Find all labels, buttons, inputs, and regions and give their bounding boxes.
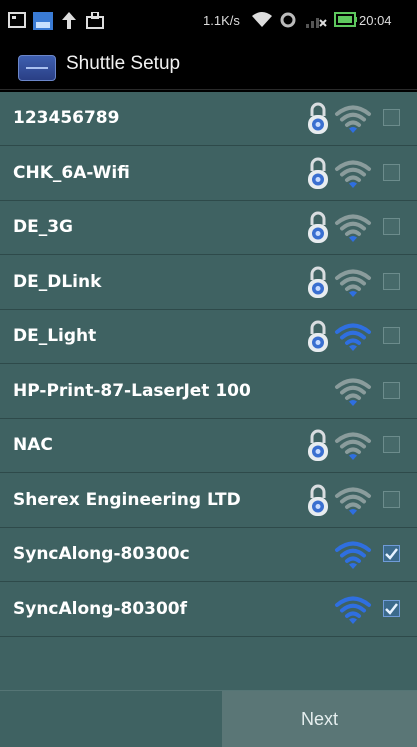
wifi-signal-icon [335,323,371,351]
network-checkbox[interactable] [383,327,400,344]
upload-arrow-icon [62,12,76,29]
wifi-signal-icon [335,378,371,406]
wifi-signal-icon [335,432,371,460]
app-logo-icon [18,55,56,81]
bottom-action-bar: Next [0,690,417,747]
wifi-signal-icon [335,105,371,133]
lock-icon [308,211,328,243]
app-title-bar [0,42,417,90]
wifi-network-row[interactable]: SyncAlong-80300f [0,583,417,637]
network-ssid: SyncAlong-80300f [13,598,188,619]
checkmark-icon [385,602,398,615]
wifi-network-row[interactable]: DE_3G [0,201,417,255]
network-speed: 1.1K/s [203,13,240,28]
wifi-network-row[interactable]: SyncAlong-80300c [0,528,417,582]
network-ssid: Sherex Engineering LTD [13,489,241,510]
network-ssid: DE_DLink [13,271,102,292]
battery-icon [334,12,357,27]
checkmark-icon [385,548,398,560]
cell-signal-icon [306,18,327,28]
network-checkbox[interactable] [383,490,400,508]
network-ssid: DE_3G [13,217,74,237]
network-checkbox[interactable] [383,272,400,290]
lock-icon [308,102,328,134]
wifi-network-row[interactable]: DE_Light [0,310,417,364]
wifi-signal-icon [335,487,371,515]
wifi-network-row[interactable]: HP-Print-87-LaserJet 100 [0,365,417,419]
photo-icon [33,12,53,30]
gallery-icon [8,12,26,28]
network-ssid: HP-Print-87-LaserJet 100 [13,380,251,401]
network-ssid: NAC [13,435,53,455]
wifi-network-row[interactable]: DE_DLink [0,256,417,310]
network-checkbox[interactable] [383,545,400,562]
network-checkbox[interactable] [383,218,400,235]
wifi-network-list: 123456789 CHK_6A-Wifi DE_3G DE_DLink DE_Ligh… [0,92,417,638]
wifi-status-icon [252,12,272,27]
lock-icon [308,484,328,516]
network-checkbox[interactable] [383,436,400,453]
network-ssid: DE_Light [13,326,97,346]
next-button[interactable]: Next [222,691,417,747]
sync-icon [280,12,296,28]
network-ssid: CHK_6A-Wifi [13,162,130,183]
wifi-network-row[interactable]: 123456789 [0,92,417,146]
wifi-signal-icon [335,269,371,297]
lock-icon [308,157,328,189]
wifi-network-row[interactable]: Sherex Engineering LTD [0,474,417,528]
lock-icon [308,266,328,298]
lock-icon [308,429,328,461]
network-ssid: SyncAlong-80300c [13,544,190,564]
network-checkbox[interactable] [383,109,400,126]
wifi-network-row[interactable]: CHK_6A-Wifi [0,147,417,201]
store-bag-icon [86,12,104,29]
wifi-network-row[interactable]: NAC [0,419,417,473]
wifi-signal-icon [335,541,371,569]
status-bar: 1.1K/s 20:04 [0,0,417,42]
network-checkbox[interactable] [383,381,400,399]
network-ssid: 123456789 [13,108,120,128]
network-checkbox[interactable] [383,599,400,617]
clock: 20:04 [359,13,392,28]
wifi-signal-icon [335,214,371,242]
wifi-signal-icon [335,160,371,188]
network-checkbox[interactable] [383,163,400,181]
wifi-signal-icon [335,596,371,624]
app-title: Shuttle Setup [66,53,181,74]
lock-icon [308,320,328,352]
